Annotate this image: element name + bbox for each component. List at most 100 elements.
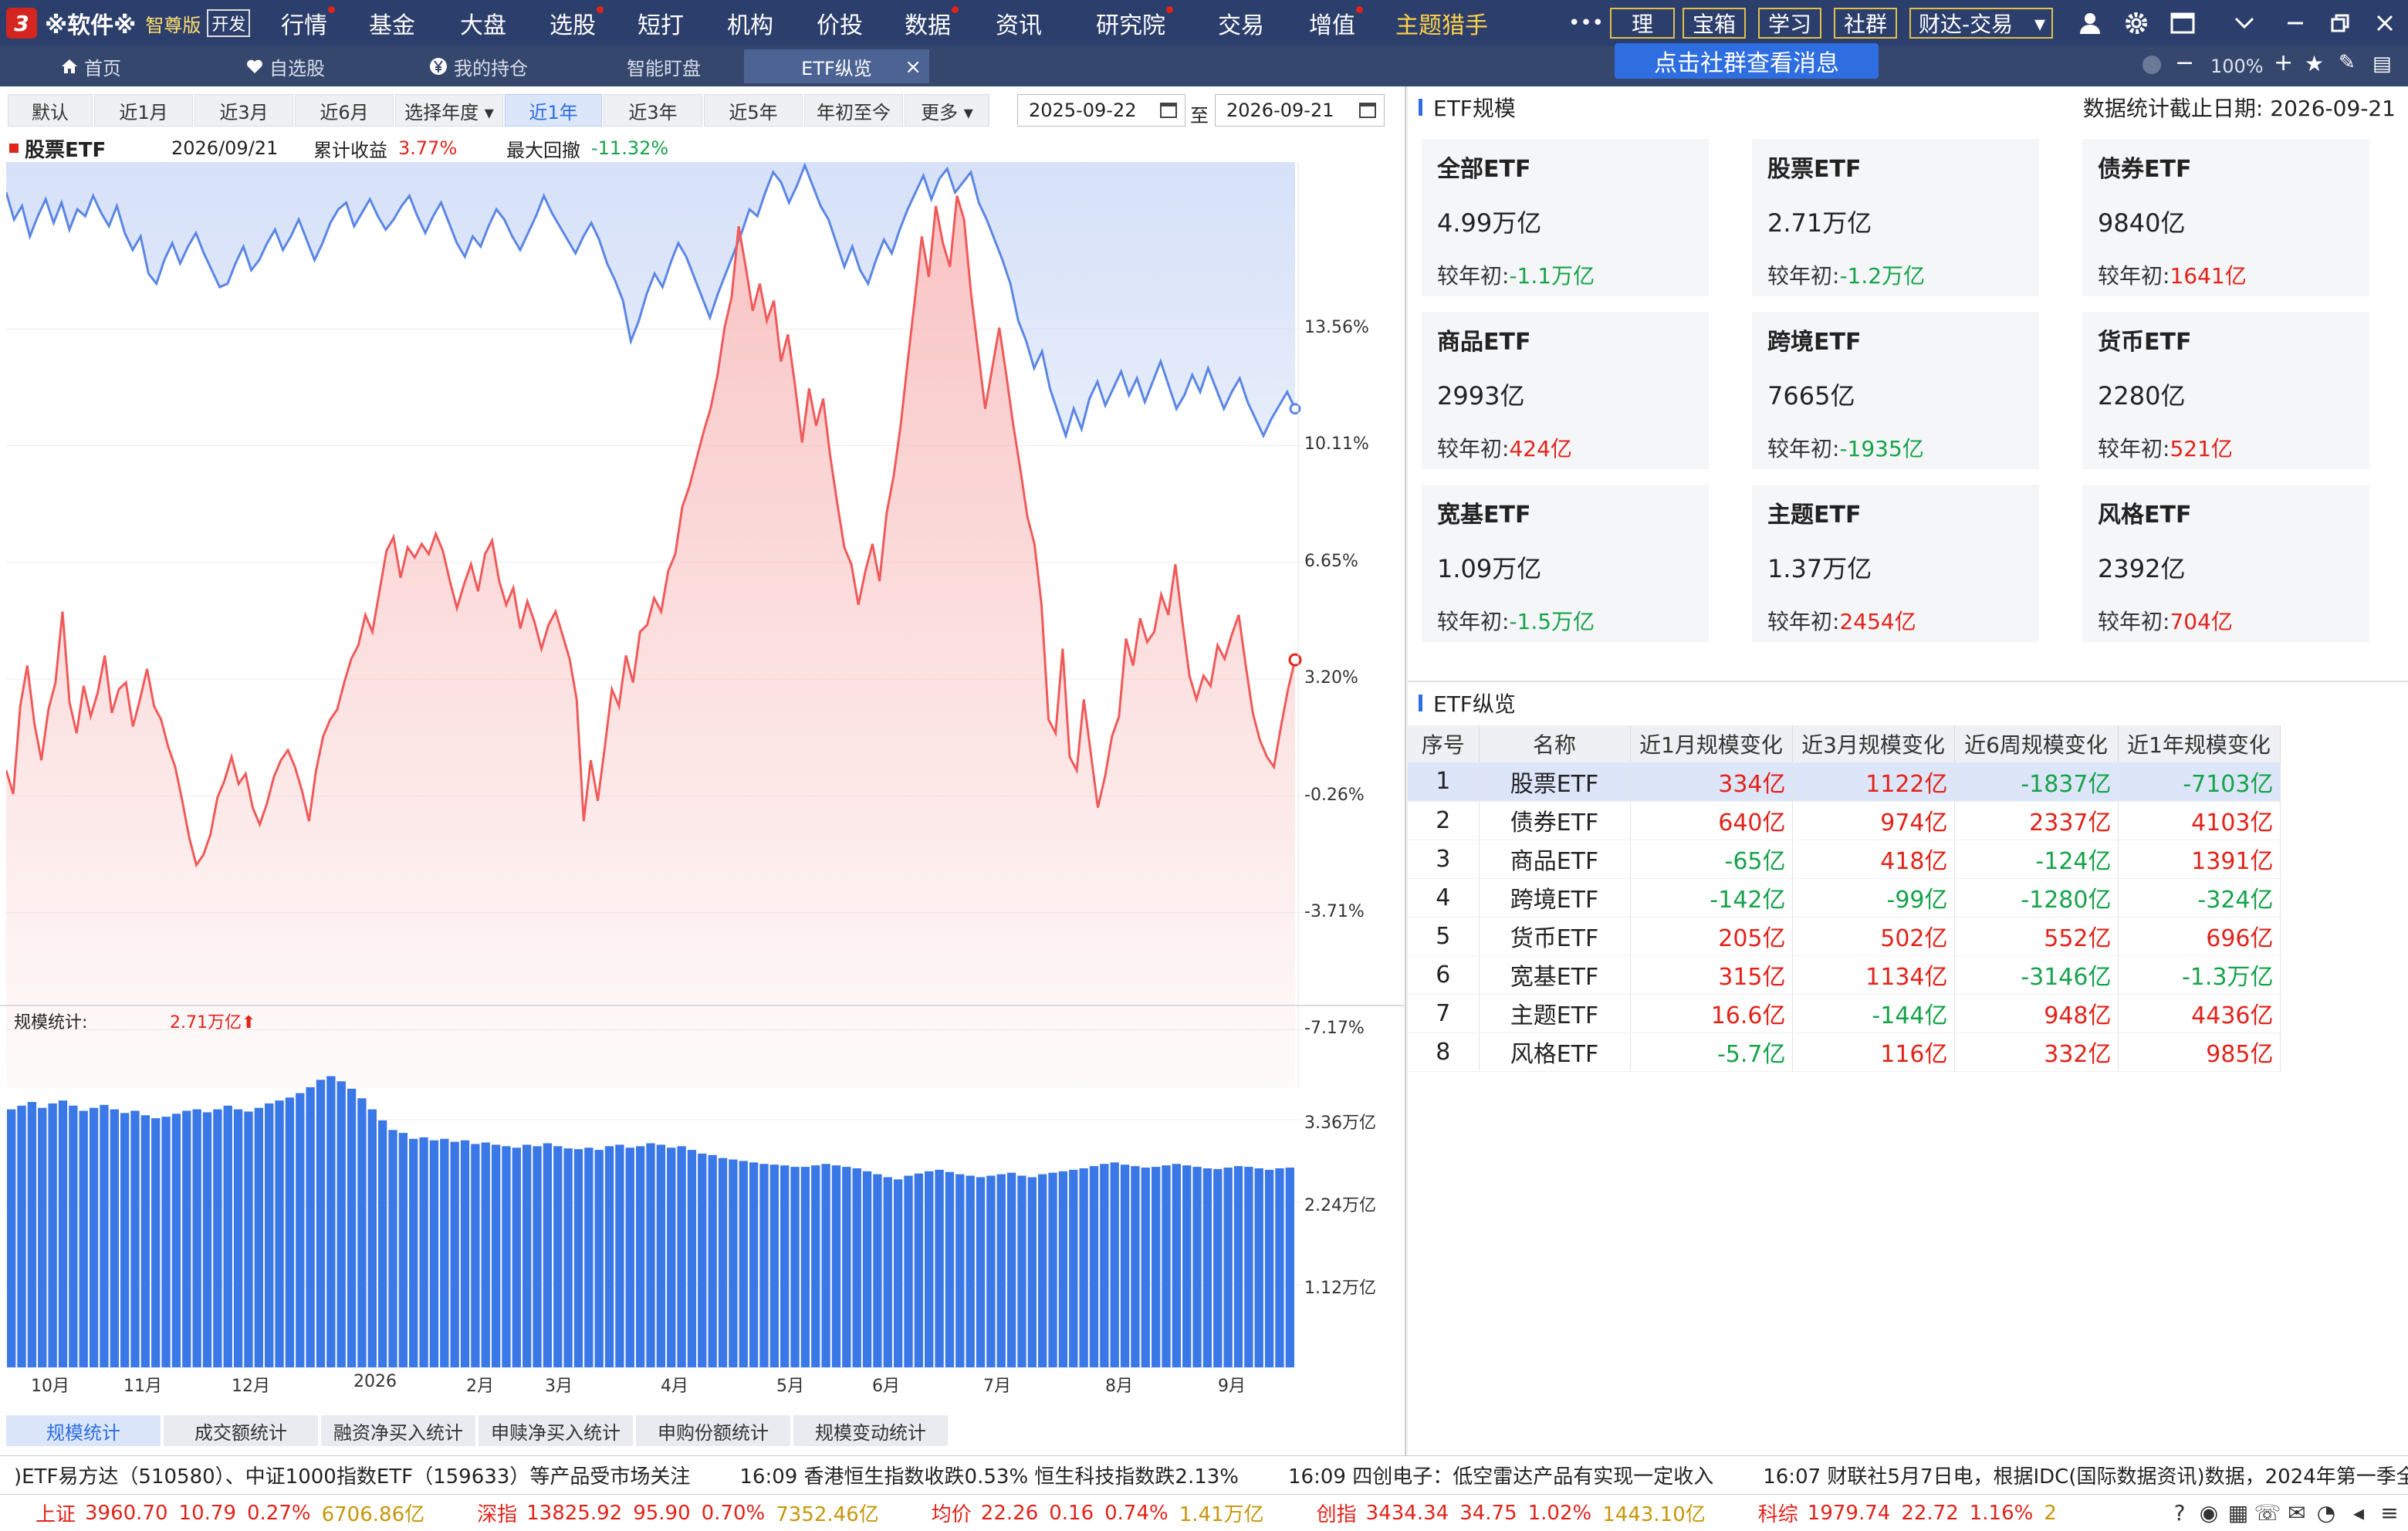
- xuexi-button[interactable]: 学习: [1758, 8, 1821, 39]
- menu-item[interactable]: 价投: [817, 0, 863, 46]
- menu-item[interactable]: 交易: [1218, 0, 1264, 46]
- layout-icon[interactable]: [2161, 0, 2204, 46]
- index-item[interactable]: 创指 3434.34 34.75 1.02% 1443.10亿: [1281, 1499, 1706, 1527]
- zoom-in-icon[interactable]: +: [2274, 49, 2293, 76]
- col-header[interactable]: 近1月规模变化: [1630, 725, 1793, 762]
- col-header[interactable]: 近6周规模变化: [1954, 725, 2119, 762]
- minimize-icon[interactable]: [2274, 0, 2317, 46]
- tab-watchlist[interactable]: 自选股: [216, 49, 355, 83]
- period-button[interactable]: 默认: [8, 94, 93, 127]
- menu-item[interactable]: 短打: [638, 0, 684, 46]
- menu-item[interactable]: 行情: [281, 0, 335, 46]
- table-row[interactable]: 6 宽基ETF 315亿 1134亿 -3146亿 -1.3万亿: [1408, 955, 2281, 995]
- zoom-out-icon[interactable]: −: [2175, 49, 2194, 76]
- table-row[interactable]: 5 货币ETF 205亿 502亿 552亿 696亿: [1408, 917, 2281, 956]
- baoxiang-button[interactable]: 宝箱: [1683, 8, 1746, 39]
- shequn-tooltip[interactable]: 点击社群查看消息: [1615, 43, 1879, 79]
- etf-scale-card[interactable]: 全部ETF 4.99万亿 较年初:-1.1万亿: [1422, 139, 1709, 296]
- shequn-button[interactable]: 社群: [1834, 8, 1897, 39]
- menu-item[interactable]: 研究院: [1096, 0, 1173, 46]
- etf-scale-card[interactable]: 跨境ETF 7665亿 较年初:-1935亿: [1752, 312, 2039, 469]
- col-header[interactable]: 名称: [1479, 725, 1631, 762]
- menu-item[interactable]: 基金: [369, 0, 415, 46]
- volume-icon[interactable]: ◂: [2343, 1497, 2374, 1528]
- help-icon[interactable]: ?: [2164, 1497, 2195, 1528]
- period-button[interactable]: 近3年: [604, 94, 702, 127]
- li-button[interactable]: 理: [1610, 8, 1675, 39]
- menu-item[interactable]: 大盘: [460, 0, 506, 46]
- table-row[interactable]: 1 股票ETF 334亿 1122亿 -1837亿 -7103亿: [1408, 762, 2281, 802]
- chart-icon[interactable]: ▦: [2223, 1497, 2254, 1528]
- period-button[interactable]: 近3月: [194, 94, 293, 127]
- etf-scale-card[interactable]: 债券ETF 9840亿 较年初:1641亿: [2082, 139, 2369, 296]
- message-icon[interactable]: ✉: [2281, 1497, 2312, 1528]
- pen-icon[interactable]: ✎: [2339, 51, 2356, 74]
- chevron-down-icon[interactable]: [2223, 0, 2266, 46]
- etf-scale-card[interactable]: 风格ETF 2392亿 较年初:704亿: [2082, 485, 2369, 642]
- close-icon[interactable]: [2363, 0, 2406, 46]
- table-row[interactable]: 8 风格ETF -5.7亿 116亿 332亿 985亿: [1408, 1032, 2281, 1072]
- stat-tab[interactable]: 申购份额统计: [636, 1415, 790, 1446]
- menu-item[interactable]: 资讯: [996, 0, 1042, 46]
- stat-tab[interactable]: 融资净买入统计: [321, 1415, 475, 1446]
- table-row[interactable]: 2 债券ETF 640亿 974亿 2337亿 4103亿: [1408, 801, 2281, 840]
- gear-icon[interactable]: [2115, 0, 2158, 46]
- tab-close-icon[interactable]: ×: [905, 56, 922, 79]
- calendar-icon[interactable]: [1359, 103, 1376, 118]
- menu-item[interactable]: 机构: [727, 0, 773, 46]
- stat-tab[interactable]: 规模统计: [6, 1415, 161, 1446]
- trade-button[interactable]: 财达-交易 ▾: [1909, 8, 2053, 39]
- user-icon[interactable]: [2068, 0, 2112, 46]
- etf-scale-card[interactable]: 商品ETF 2993亿 较年初:424亿: [1422, 312, 1709, 469]
- tab-etf-overview[interactable]: ETF纵览 ×: [744, 49, 929, 83]
- tab-holdings[interactable]: 我的持仓: [401, 49, 556, 83]
- etf-scale-card[interactable]: 宽基ETF 1.09万亿 较年初:-1.5万亿: [1422, 485, 1709, 642]
- index-item[interactable]: 深指 13825.92 95.90 0.70% 7352.46亿: [441, 1499, 879, 1527]
- col-header[interactable]: 近1年规模变化: [2118, 725, 2281, 762]
- info-icon[interactable]: [2143, 56, 2161, 74]
- menu-item[interactable]: 增值: [1309, 0, 1363, 46]
- more-menu-button[interactable]: •••: [1568, 0, 1604, 46]
- news-item[interactable]: 16:07 财联社5月7日电，根据IDC(国际数据资讯)数据，2024年第一季全…: [1763, 1461, 2408, 1489]
- end-date-input[interactable]: 2026-09-21: [1215, 94, 1385, 127]
- etf-scale-card[interactable]: 股票ETF 2.71万亿 较年初:-1.2万亿: [1752, 139, 2039, 296]
- tab-home[interactable]: 首页: [29, 49, 153, 83]
- period-button[interactable]: 年初至今: [804, 94, 903, 127]
- menu-item[interactable]: 选股: [550, 0, 604, 46]
- stat-tab[interactable]: 申赎净买入统计: [479, 1415, 633, 1446]
- table-row[interactable]: 7 主题ETF 16.6亿 -144亿 948亿 4436亿: [1408, 994, 2281, 1033]
- period-button[interactable]: 更多 ▾: [905, 94, 989, 127]
- period-button[interactable]: 近1年: [505, 94, 602, 127]
- index-item[interactable]: 均价 22.26 0.16 0.74% 1.41万亿: [896, 1499, 1264, 1527]
- tab-smart-monitor[interactable]: 智能盯盘: [587, 49, 741, 83]
- index-item[interactable]: 上证 3960.70 10.79 0.27% 6706.86亿: [0, 1499, 424, 1527]
- layers-icon[interactable]: ▤: [2372, 52, 2392, 76]
- start-date-input[interactable]: 2025-09-22: [1017, 94, 1185, 127]
- period-button[interactable]: 选择年度 ▾: [395, 94, 503, 127]
- menu-item[interactable]: 主题猎手: [1395, 0, 1488, 46]
- stat-tab[interactable]: 规模变动统计: [793, 1415, 948, 1446]
- return-chart[interactable]: [6, 162, 1303, 1088]
- news-item[interactable]: 16:09 香港恒生指数收跌0.53% 恒生科技指数跌2.13%: [739, 1461, 1239, 1489]
- calendar-icon[interactable]: [1160, 103, 1177, 118]
- bell-icon[interactable]: ◔: [2311, 1497, 2342, 1528]
- star-icon[interactable]: ★: [2305, 51, 2324, 76]
- col-header[interactable]: 序号: [1408, 725, 1480, 762]
- restore-icon[interactable]: [2318, 0, 2362, 46]
- period-button[interactable]: 近1月: [94, 94, 193, 127]
- period-button[interactable]: 近5年: [704, 94, 803, 127]
- table-row[interactable]: 4 跨境ETF -142亿 -99亿 -1280亿 -324亿: [1408, 878, 2281, 918]
- period-button[interactable]: 近6月: [295, 94, 394, 127]
- app-logo[interactable]: 3 ※软件※ 智尊版 开发: [6, 6, 251, 40]
- etf-scale-card[interactable]: 货币ETF 2280亿 较年初:521亿: [2082, 312, 2369, 469]
- menu-item[interactable]: 数据: [905, 0, 959, 46]
- stat-tab[interactable]: 成交额统计: [164, 1415, 318, 1446]
- etf-scale-card[interactable]: 主题ETF 1.37万亿 较年初:2454亿: [1752, 485, 2039, 642]
- menu-icon[interactable]: ≡: [2374, 1497, 2405, 1528]
- eye-icon[interactable]: ◉: [2193, 1497, 2224, 1528]
- index-item[interactable]: 科综 1979.74 22.72 1.16% 2: [1723, 1499, 2057, 1527]
- news-ticker[interactable]: )ETF易方达（510580）、中证1000指数ETF（159633）等产品受市…: [0, 1455, 2408, 1494]
- table-row[interactable]: 3 商品ETF -65亿 418亿 -124亿 1391亿: [1408, 840, 2281, 879]
- phone-icon[interactable]: ☏: [2252, 1497, 2283, 1528]
- dev-badge[interactable]: 开发: [207, 9, 251, 37]
